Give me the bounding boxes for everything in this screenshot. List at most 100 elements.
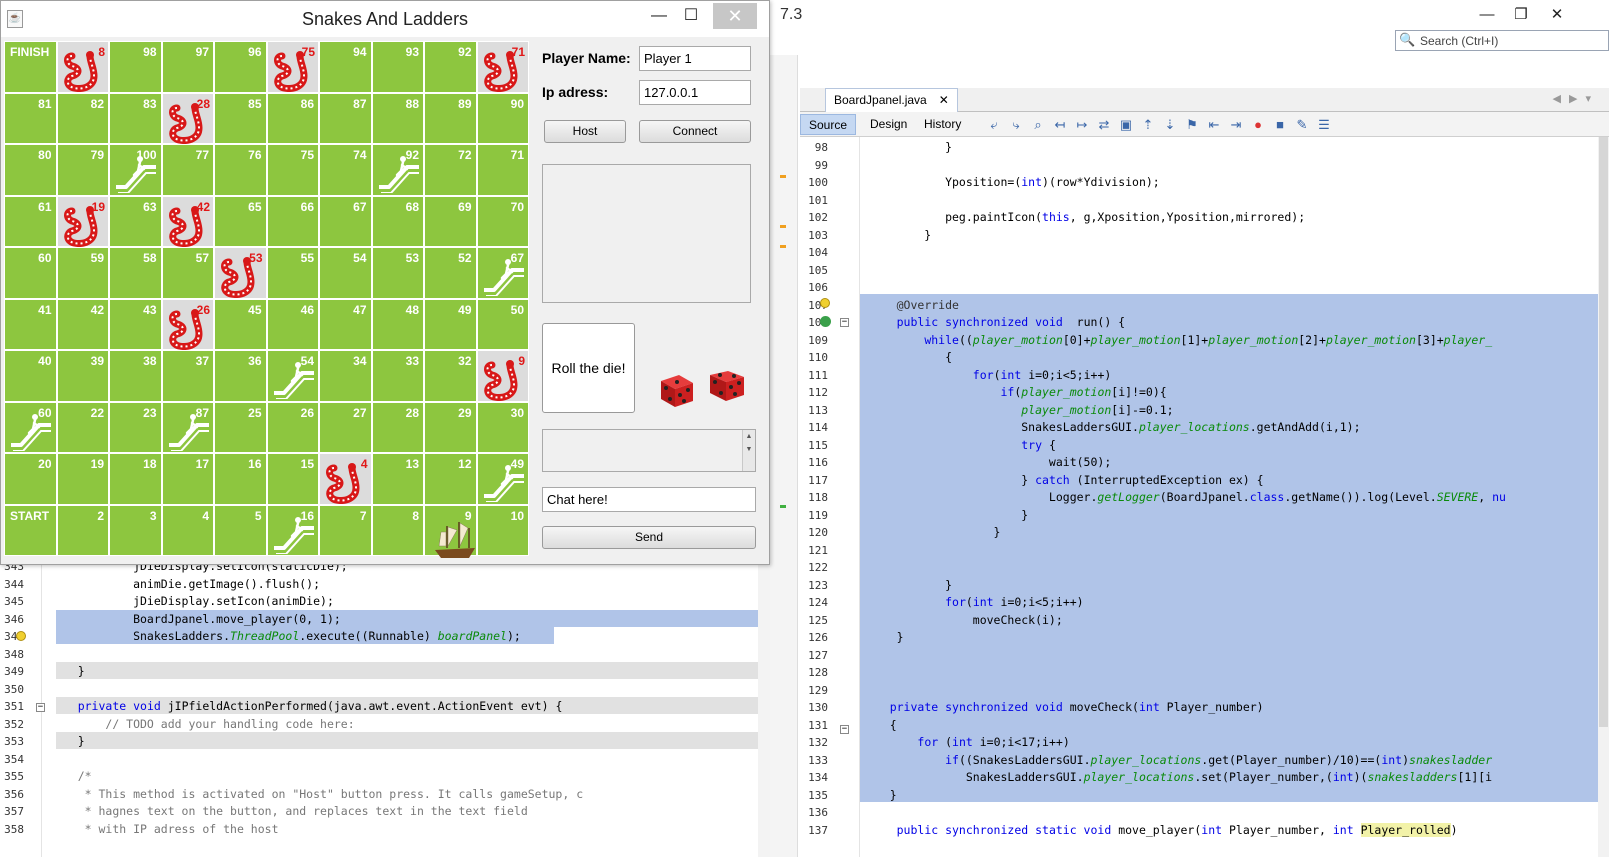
code-line[interactable]: 352 // TODO add your handling code here:	[0, 716, 770, 734]
code-line[interactable]: 111 for(int i=0;i<5;i++)	[800, 367, 1609, 385]
code-line[interactable]: 137 public synchronized static void move…	[800, 822, 1609, 840]
code-line[interactable]: 102 peg.paintIcon(this, g,Xposition,Ypos…	[800, 209, 1609, 227]
code-line[interactable]: 344 animDie.getImage().flush();	[0, 576, 770, 594]
fold-toggle-icon[interactable]: −	[840, 725, 849, 734]
code-line[interactable]: 125 moveCheck(i);	[800, 612, 1609, 630]
code-line[interactable]: 112 if(player_motion[i]!=0){	[800, 384, 1609, 402]
find-selection-icon[interactable]: ⇄	[1095, 116, 1113, 133]
code-line[interactable]: 351 private void jIPfieldActionPerformed…	[0, 698, 770, 716]
code-line[interactable]: 105	[800, 262, 1609, 280]
code-line[interactable]: 347 SnakesLadders.ThreadPool.execute((Ru…	[0, 628, 770, 646]
code-line[interactable]: 345 jDieDisplay.setIcon(animDie);	[0, 593, 770, 611]
code-line[interactable]: 113 player_motion[i]-=0.1;	[800, 402, 1609, 420]
code-line[interactable]: 115 try {	[800, 437, 1609, 455]
code-line[interactable]: 134 SnakesLaddersGUI.player_locations.se…	[800, 769, 1609, 787]
code-line[interactable]: 101	[800, 192, 1609, 210]
fold-toggle-icon[interactable]: −	[36, 703, 45, 712]
record-macro-icon[interactable]: ●	[1249, 116, 1267, 133]
warning-marker[interactable]	[780, 175, 786, 178]
code-line[interactable]: 109 while((player_motion[0]+player_motio…	[800, 332, 1609, 350]
code-line[interactable]: 358 * with IP adress of the host	[0, 821, 770, 839]
code-line[interactable]: 354	[0, 751, 770, 769]
code-line[interactable]: 130 private synchronized void moveCheck(…	[800, 699, 1609, 717]
warning-marker[interactable]	[780, 245, 786, 248]
find-icon[interactable]: ⌕	[1029, 116, 1047, 133]
code-line[interactable]: 116 wait(50);	[800, 454, 1609, 472]
game-board[interactable]: FINISH 8 98 97 96 75 94 93 92 71 81 82 83 28 85 86 87 88 8…	[4, 41, 529, 558]
tab-history[interactable]: History	[916, 114, 969, 135]
code-line[interactable]: 100 Yposition=(int)(row*Ydivision);	[800, 174, 1609, 192]
code-line[interactable]: 107 @Override	[800, 297, 1609, 315]
code-line[interactable]: 136	[800, 804, 1609, 822]
tab-scroll-arrows-icon[interactable]: ◀▶▾	[1553, 92, 1599, 105]
forward-icon[interactable]: ⤷	[1007, 116, 1025, 133]
code-line[interactable]: 349 }	[0, 663, 770, 681]
game-log-area[interactable]	[542, 164, 751, 303]
code-editor-right[interactable]: 98 } 99 100 Yposition=(int)(row*Ydivision)…	[800, 137, 1609, 857]
find-next-icon[interactable]: ↦	[1073, 116, 1091, 133]
code-line[interactable]: 350	[0, 681, 770, 699]
connect-button[interactable]: Connect	[639, 120, 751, 143]
close-button[interactable]: ✕	[713, 3, 757, 29]
chat-log-area[interactable]: ▲ ▼	[542, 429, 756, 472]
code-line[interactable]: 132 for (int i=0;i<17;i++)	[800, 734, 1609, 752]
code-line[interactable]: 117 } catch (InterruptedException ex) {	[800, 472, 1609, 490]
stop-macro-icon[interactable]: ■	[1271, 116, 1289, 133]
code-line[interactable]: 129	[800, 682, 1609, 700]
next-bookmark-icon[interactable]: ⇣	[1161, 116, 1179, 133]
ide-minimize-icon[interactable]: —	[1470, 4, 1504, 26]
change-marker[interactable]	[780, 505, 786, 508]
warning-marker[interactable]	[780, 225, 786, 228]
code-line[interactable]: 346 BoardJpanel.move_player(0, 1);	[0, 611, 770, 629]
code-line[interactable]: 123 }	[800, 577, 1609, 595]
code-line[interactable]: 122	[800, 559, 1609, 577]
ip-address-input[interactable]	[639, 80, 751, 105]
code-line[interactable]: 98 }	[800, 139, 1609, 157]
code-line[interactable]: 126 }	[800, 629, 1609, 647]
code-line[interactable]: 110 {	[800, 349, 1609, 367]
chat-input[interactable]	[542, 487, 756, 512]
code-line[interactable]: 357 * hagnes text on the button, and rep…	[0, 803, 770, 821]
code-line[interactable]: 128	[800, 664, 1609, 682]
code-line[interactable]: 114 SnakesLaddersGUI.player_locations.ge…	[800, 419, 1609, 437]
code-line[interactable]: 124 for(int i=0;i<5;i++)	[800, 594, 1609, 612]
maximize-button[interactable]: ☐	[669, 3, 713, 29]
editor-scrollbar-left[interactable]	[758, 562, 770, 857]
code-line[interactable]: 355 /*	[0, 768, 770, 786]
code-line[interactable]: 99	[800, 157, 1609, 175]
code-line[interactable]: 127	[800, 647, 1609, 665]
code-line[interactable]: 108 public synchronized void run() {	[800, 314, 1609, 332]
shift-left-icon[interactable]: ⇤	[1205, 116, 1223, 133]
host-button[interactable]: Host	[544, 120, 626, 143]
code-line[interactable]: 104	[800, 244, 1609, 262]
fold-toggle-icon[interactable]: −	[840, 318, 849, 327]
send-button[interactable]: Send	[542, 526, 756, 549]
back-icon[interactable]: ⤶	[985, 116, 1003, 133]
code-line[interactable]: 353 }	[0, 733, 770, 751]
editor-scrollbar[interactable]	[1598, 137, 1609, 857]
file-tab-boardjpanel[interactable]: BoardJpanel.java ✕	[825, 88, 958, 112]
hint-bulb-icon[interactable]	[820, 298, 830, 308]
find-previous-icon[interactable]: ↤	[1051, 116, 1069, 133]
ide-maximize-icon[interactable]: ❐	[1504, 4, 1538, 26]
code-line[interactable]: 119 }	[800, 507, 1609, 525]
scrollbar-thumb[interactable]	[1599, 137, 1608, 727]
code-line[interactable]: 121	[800, 542, 1609, 560]
code-line[interactable]: 133 if((SnakesLaddersGUI.player_location…	[800, 752, 1609, 770]
ide-search-box[interactable]: 🔍 Search (Ctrl+I)	[1395, 30, 1609, 51]
code-line[interactable]: 103 }	[800, 227, 1609, 245]
code-line[interactable]: 348	[0, 646, 770, 664]
code-line[interactable]: 131 {	[800, 717, 1609, 735]
tab-source[interactable]: Source	[800, 114, 857, 135]
code-line[interactable]: 120 }	[800, 524, 1609, 542]
previous-bookmark-icon[interactable]: ⇡	[1139, 116, 1157, 133]
code-editor-left[interactable]: 343 jDieDisplay.setIcon(staticDie); 344 a…	[0, 559, 770, 857]
chat-log-scrollbar[interactable]: ▲ ▼	[742, 430, 755, 471]
comment-icon[interactable]: ✎	[1293, 116, 1311, 133]
ide-close-icon[interactable]: ✕	[1540, 4, 1574, 26]
uncomment-icon[interactable]: ☰	[1315, 116, 1333, 133]
toggle-highlight-icon[interactable]: ▣	[1117, 116, 1135, 133]
player-name-input[interactable]	[639, 46, 751, 71]
override-badge-icon[interactable]	[820, 316, 831, 327]
tab-close-icon[interactable]: ✕	[939, 93, 949, 107]
